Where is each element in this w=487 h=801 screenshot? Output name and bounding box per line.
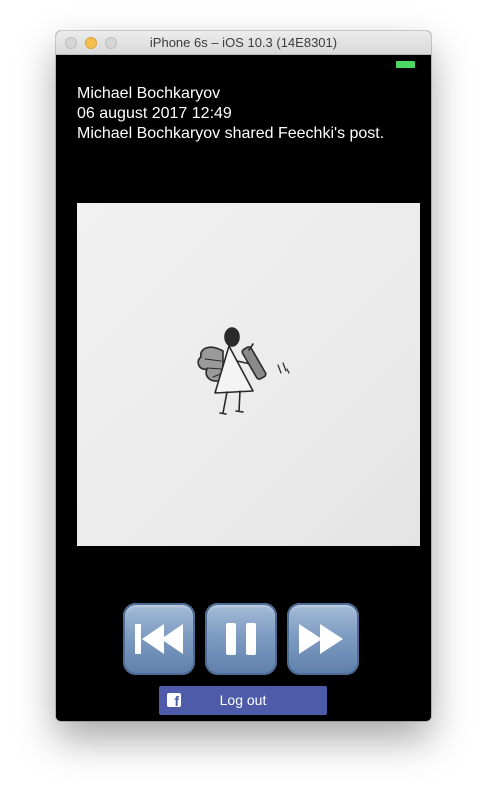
battery-icon [396,61,415,68]
post-image [77,203,420,546]
pause-button[interactable] [205,603,277,675]
angel-sketch-image [197,327,290,415]
device-screen: Michael Bochkaryov 06 august 2017 12:49 … [56,55,431,721]
post-date: 06 august 2017 12:49 [77,105,232,122]
fast-forward-icon [299,624,343,654]
window-title: iPhone 6s – iOS 10.3 (14E8301) [149,35,338,50]
post-header: Michael Bochkaryov 06 august 2017 12:49 … [77,84,384,144]
facebook-logout-button[interactable]: f Log out [159,686,327,715]
post-message: Michael Bochkaryov shared Feechki's post… [77,125,385,142]
title-bar: iPhone 6s – iOS 10.3 (14E8301) [56,31,431,55]
post-author: Michael Bochkaryov [77,85,221,102]
logout-label: Log out [219,692,267,708]
fast-forward-button[interactable] [287,603,359,675]
playback-controls [122,603,360,677]
rewind-icon [135,624,183,654]
rewind-button[interactable] [123,603,195,675]
pause-icon [226,623,256,655]
simulator-window: iPhone 6s – iOS 10.3 (14E8301) Michael B… [56,31,431,721]
